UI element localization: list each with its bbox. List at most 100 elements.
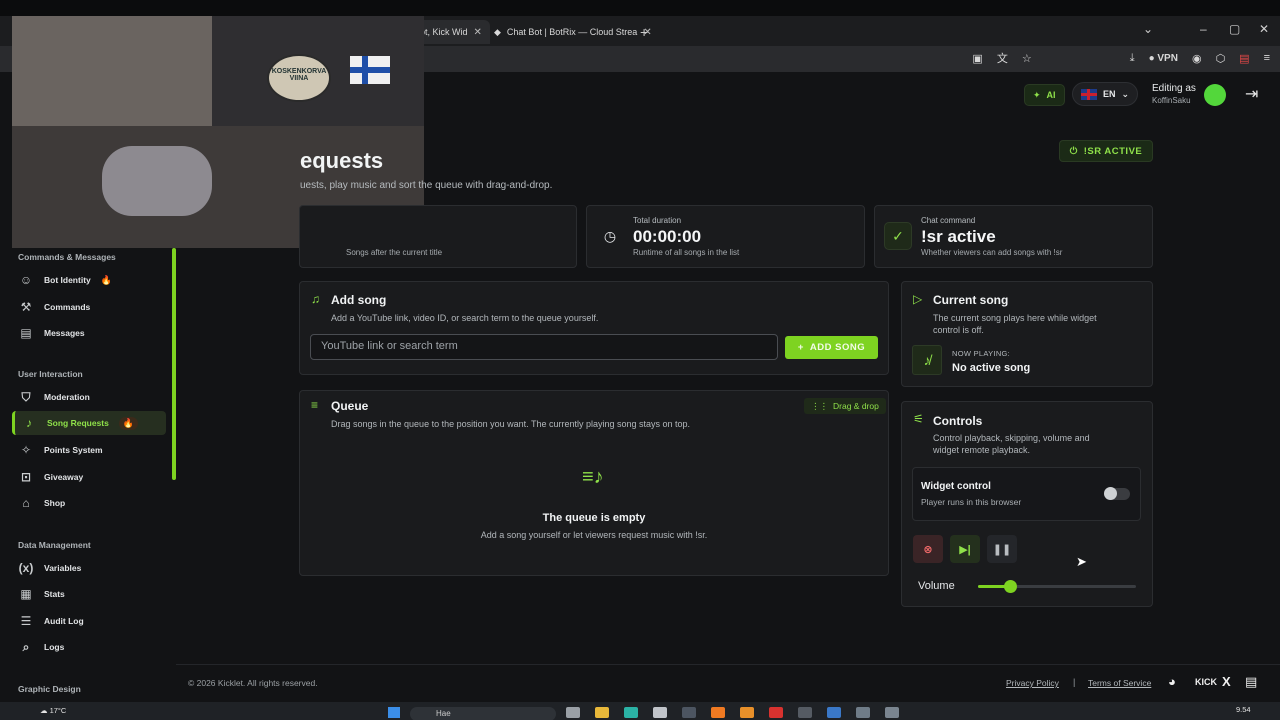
firefox-icon[interactable] bbox=[711, 707, 725, 718]
terminal-icon[interactable] bbox=[798, 707, 812, 718]
avatar[interactable] bbox=[1204, 84, 1226, 106]
current-song-desc-line: The current song plays here while widget bbox=[933, 313, 1097, 323]
close-window-icon[interactable]: ✕ bbox=[1259, 22, 1269, 36]
ai-button[interactable]: ✦ AI bbox=[1024, 84, 1065, 106]
kick-icon[interactable]: KICK bbox=[1195, 677, 1217, 687]
page-title: equests bbox=[300, 148, 384, 173]
file-explorer-icon[interactable] bbox=[595, 707, 609, 718]
obs-icon[interactable] bbox=[885, 707, 899, 718]
sidebar-item-song-requests[interactable]: ♪ Song Requests 🔥 bbox=[12, 411, 166, 435]
privacy-policy-link[interactable]: Privacy Policy bbox=[1006, 678, 1059, 688]
sliders-icon: ⚟ bbox=[913, 412, 924, 426]
volume-slider[interactable] bbox=[978, 580, 1136, 593]
music-off-icon: ♪̸ bbox=[912, 345, 942, 375]
sr-status-badge: ⏻ !SR ACTIVE bbox=[1059, 140, 1153, 162]
sidebar-item-bot-identity[interactable]: ☺ Bot Identity 🔥 bbox=[12, 268, 166, 292]
menu-icon[interactable]: ≡ bbox=[1264, 52, 1270, 64]
logs-icon: ⌕ bbox=[22, 639, 30, 654]
song-search-input[interactable]: YouTube link or search term bbox=[310, 334, 778, 360]
minimize-icon[interactable]: – bbox=[1200, 22, 1207, 36]
language-label: EN bbox=[1103, 89, 1116, 99]
widget-control-title: Widget control bbox=[921, 481, 991, 492]
add-song-button[interactable]: + ADD SONG bbox=[785, 336, 878, 359]
sidebar-item-logs[interactable]: ⌕ Logs bbox=[12, 635, 166, 659]
stat-desc: Songs after the current title bbox=[346, 248, 443, 257]
download-icon[interactable]: ⤓ bbox=[1130, 52, 1135, 65]
discord-icon[interactable]: ◕ bbox=[1168, 674, 1176, 689]
widget-control-toggle[interactable] bbox=[1104, 487, 1130, 500]
skip-button[interactable]: ▶| bbox=[950, 535, 980, 563]
opera-icon[interactable] bbox=[769, 707, 783, 718]
gift-icon: ⊡ bbox=[20, 470, 32, 484]
stop-button[interactable]: ⊗ bbox=[913, 535, 943, 563]
sidebar-section-title: Commands & Messages bbox=[18, 252, 116, 262]
vlc-icon[interactable] bbox=[740, 707, 754, 718]
tab-list-icon[interactable]: ⌄ bbox=[1143, 22, 1153, 36]
app-icon[interactable] bbox=[827, 707, 841, 718]
add-song-desc: Add a YouTube link, video ID, or search … bbox=[331, 313, 599, 323]
sidebar-item-giveaway[interactable]: ⊡ Giveaway bbox=[12, 465, 166, 489]
volume-slider-thumb[interactable] bbox=[1003, 580, 1017, 593]
terms-of-service-link[interactable]: Terms of Service bbox=[1088, 678, 1151, 688]
add-song-title: Add song bbox=[331, 293, 387, 307]
stats-icon: ▦ bbox=[20, 587, 32, 601]
taskbar-search[interactable]: Hae bbox=[410, 707, 556, 720]
sidebar-item-commands[interactable]: ⚒ Commands bbox=[12, 295, 166, 319]
page-subtitle: uests, play music and sort the queue wit… bbox=[300, 180, 553, 191]
sidebar-item-stats[interactable]: ▦ Stats bbox=[12, 582, 166, 606]
taskbar-clock: 9.54 bbox=[1236, 705, 1251, 714]
skip-next-icon: ▶| bbox=[959, 543, 971, 556]
stat-value: !sr active bbox=[921, 227, 996, 246]
sidebar-item-label: Messages bbox=[44, 328, 85, 338]
app-icon[interactable] bbox=[856, 707, 870, 718]
close-tab-icon[interactable]: ✕ bbox=[474, 27, 482, 38]
browser-tab-botrix[interactable]: ◆ Chat Bot | BotRix — Cloud Strea ✕ bbox=[486, 20, 660, 44]
sidebar-item-audit-log[interactable]: ☰ Audit Log bbox=[12, 609, 166, 633]
now-playing-label: NOW PLAYING: bbox=[952, 349, 1011, 358]
sidebar-item-points-system[interactable]: ✧ Points System bbox=[12, 438, 166, 462]
stat-card-chat-command bbox=[874, 205, 1153, 268]
botrix-favicon-icon: ◆ bbox=[494, 26, 501, 37]
extension-badge-icon[interactable]: ▤ bbox=[1239, 52, 1249, 65]
sidebar-item-messages[interactable]: ▤ Messages bbox=[12, 321, 166, 345]
drag-drop-label: Drag & drop bbox=[833, 401, 879, 411]
vpn-button[interactable]: ● VPN bbox=[1149, 53, 1178, 64]
edge-icon[interactable] bbox=[624, 707, 638, 718]
current-song-desc: The current song plays here while widget… bbox=[933, 312, 1097, 336]
reader-mode-icon[interactable]: ▣ bbox=[972, 52, 982, 65]
bookmark-star-icon[interactable]: ☆ bbox=[1022, 52, 1032, 65]
ai-label: AI bbox=[1046, 90, 1056, 100]
store-icon[interactable] bbox=[653, 707, 667, 718]
new-tab-icon[interactable]: + bbox=[640, 24, 648, 40]
browser-tab-label: ot, Kick Wid bbox=[420, 27, 468, 37]
sidebar-item-moderation[interactable]: ⛉ Moderation bbox=[12, 385, 166, 409]
wrench-icon: ⚒ bbox=[20, 300, 32, 314]
play-circle-icon: ▷ bbox=[913, 292, 923, 306]
clock-icon: ◷ bbox=[603, 227, 617, 244]
sidebar-item-label: Audit Log bbox=[44, 616, 84, 626]
x-icon[interactable]: X bbox=[1222, 674, 1231, 689]
sidebar-item-label: Bot Identity bbox=[44, 275, 91, 285]
sidebar-item-variables[interactable]: (x) Variables bbox=[12, 556, 166, 580]
pause-button[interactable]: ❚❚ bbox=[987, 535, 1017, 563]
task-view-icon[interactable] bbox=[566, 707, 580, 718]
logout-icon[interactable]: ⇥ bbox=[1245, 84, 1258, 104]
start-button[interactable] bbox=[388, 707, 400, 718]
maximize-icon[interactable]: ▢ bbox=[1229, 22, 1240, 36]
sidebar-item-label: Commands bbox=[44, 302, 91, 312]
docs-icon[interactable]: ▤ bbox=[1245, 674, 1257, 690]
pause-icon: ❚❚ bbox=[992, 543, 1012, 556]
weather-widget[interactable]: ☁ 17°C bbox=[40, 706, 66, 715]
translate-icon[interactable]: 文 bbox=[997, 50, 1008, 66]
stat-desc: Whether viewers can add songs with !sr bbox=[921, 248, 1063, 257]
sidebar-item-label: Shop bbox=[44, 498, 66, 508]
language-selector[interactable]: EN ⌄ bbox=[1072, 82, 1139, 106]
steam-icon[interactable] bbox=[682, 707, 696, 718]
messages-icon: ▤ bbox=[20, 326, 32, 340]
weather-icon: ☁ bbox=[40, 706, 48, 715]
sparkle-icon: ✧ bbox=[20, 443, 32, 457]
sidebar-item-shop[interactable]: ⌂ Shop bbox=[12, 491, 166, 515]
footer-copyright: © 2026 Kicklet. All rights reserved. bbox=[188, 678, 318, 688]
profile-icon[interactable]: ◉ bbox=[1192, 52, 1202, 65]
extensions-icon[interactable]: ⬡ bbox=[1216, 52, 1226, 65]
